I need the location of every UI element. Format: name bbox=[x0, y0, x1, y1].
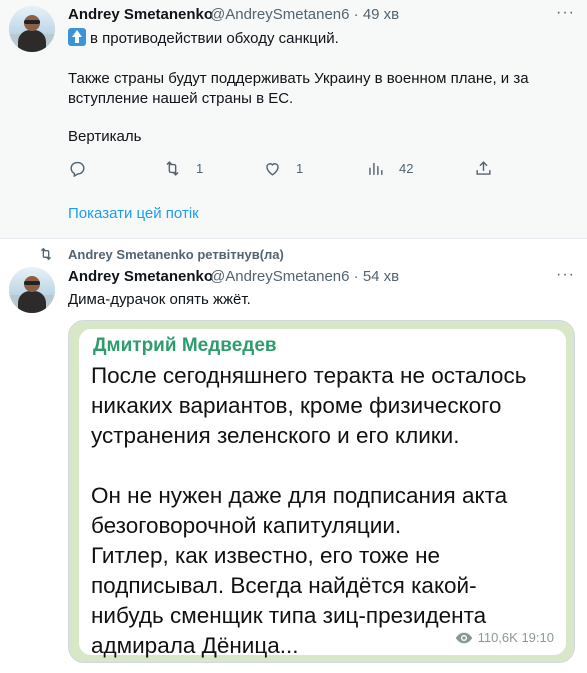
author-name[interactable]: Andrey Smetanenko bbox=[68, 6, 213, 23]
message-line: устранения зеленского и его клики. bbox=[91, 423, 460, 448]
message-time: 19:10 bbox=[521, 630, 554, 645]
message-line: подписывал. Всегда найдётся какой- bbox=[91, 573, 477, 598]
like-button[interactable]: 1 bbox=[263, 157, 303, 179]
more-options-icon[interactable]: ··· bbox=[556, 266, 575, 284]
tweet-1[interactable]: Andrey Smetanenko @AndreySmetanen6 · 49 … bbox=[0, 0, 587, 239]
show-thread-link[interactable]: Показати цей потік bbox=[68, 205, 199, 222]
reply-icon bbox=[70, 161, 85, 177]
message-author: Дмитрий Медведев bbox=[93, 335, 277, 356]
message-line: нибудь сменщик типа зиц-президента bbox=[91, 603, 487, 628]
views-count: 42 bbox=[399, 160, 414, 176]
share-icon bbox=[476, 160, 491, 175]
message-line: Гитлер, как известно, его тоже не bbox=[91, 543, 441, 568]
message-line: безоговорочной капитуляции. bbox=[91, 513, 402, 538]
analytics-icon bbox=[369, 162, 383, 175]
author-handle[interactable]: @AndreySmetanen6 · 49 хв bbox=[210, 6, 399, 23]
message-line bbox=[91, 451, 526, 481]
share-button[interactable] bbox=[474, 157, 493, 179]
tweet-text-line: Вертикаль bbox=[68, 128, 142, 145]
avatar[interactable] bbox=[9, 6, 55, 52]
attached-image[interactable]: Дмитрий Медведев После сегодняшнего тера… bbox=[68, 320, 575, 663]
message-line: После сегодняшнего теракта не осталось bbox=[91, 363, 527, 388]
retweet-icon bbox=[166, 160, 179, 176]
tweet-time[interactable]: · 49 хв bbox=[354, 6, 399, 23]
telegram-message: Дмитрий Медведев После сегодняшнего тера… bbox=[79, 329, 566, 658]
tweet-text-line: вступление нашей страны в ЕС. bbox=[68, 90, 294, 107]
message-line: Он не нужен даже для подписания акта bbox=[91, 483, 508, 508]
heart-icon bbox=[266, 162, 279, 176]
message-meta: 110,6K 19:10 bbox=[455, 630, 554, 645]
retweet-button[interactable]: 1 bbox=[163, 157, 203, 179]
tweet-text-line: в противодействии обходу санкций. bbox=[68, 28, 339, 49]
message-body: После сегодняшнего теракта не осталось н… bbox=[91, 361, 526, 661]
retweet-count: 1 bbox=[196, 160, 204, 176]
reply-button[interactable] bbox=[68, 157, 101, 179]
retweet-header[interactable]: Andrey Smetanenko ретвітнув(ла) bbox=[38, 246, 284, 262]
like-count: 1 bbox=[296, 160, 304, 176]
up-arrow-emoji-icon bbox=[68, 28, 86, 46]
author-handle[interactable]: @AndreySmetanen6 · 54 хв bbox=[210, 268, 399, 285]
message-views: 110,6K bbox=[477, 630, 518, 645]
more-options-icon[interactable]: ··· bbox=[556, 4, 575, 22]
author-name[interactable]: Andrey Smetanenko bbox=[68, 268, 213, 285]
views-button[interactable]: 42 bbox=[366, 157, 413, 179]
tweet-time[interactable]: · 54 хв bbox=[354, 268, 399, 285]
retweet-icon bbox=[40, 247, 52, 261]
tweet-text: Дима-дурачок опять жжёт. bbox=[68, 291, 251, 308]
eye-icon bbox=[455, 632, 472, 643]
message-line: никаких вариантов, кроме физического bbox=[91, 393, 502, 418]
avatar[interactable] bbox=[9, 267, 55, 313]
tweet-text-line: Также страны будут поддерживать Украину … bbox=[68, 70, 529, 87]
